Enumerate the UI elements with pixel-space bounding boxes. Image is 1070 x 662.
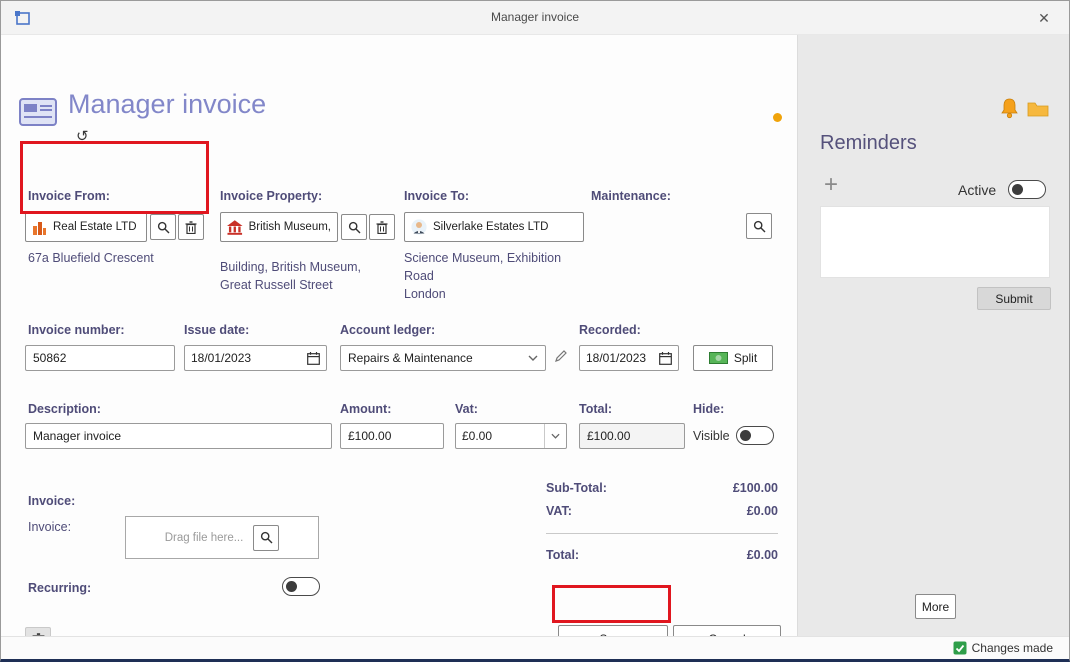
dropzone-placeholder: Drag file here... <box>164 531 244 544</box>
issue-date-input[interactable]: 18/01/2023 <box>184 345 327 371</box>
total-input[interactable] <box>579 423 685 449</box>
total-label: Total: <box>579 402 613 416</box>
page-title: Manager invoice <box>68 89 267 119</box>
search-icon <box>348 221 360 233</box>
invoice-to-address: Science Museum, Exhibition Road London <box>404 251 562 301</box>
invoice-property-address: Building, British Museum, Great Russell … <box>220 260 362 292</box>
titlebar: Manager invoice ✕ <box>1 1 1069 35</box>
invoice-from-box[interactable]: Real Estate LTD <box>25 212 147 242</box>
window-title: Manager invoice <box>490 10 580 24</box>
folder-icon[interactable] <box>1027 101 1049 118</box>
active-label: Active <box>958 182 997 198</box>
maintenance-search-button[interactable] <box>746 213 772 239</box>
vat-input[interactable]: £0.00 <box>455 423 567 449</box>
invoice-from-label: Invoice From: <box>28 189 110 203</box>
amount-input[interactable] <box>340 423 444 449</box>
invoice-section-label: Invoice: <box>28 494 76 508</box>
invoice-number-input[interactable] <box>25 345 175 371</box>
trash-icon <box>376 220 388 234</box>
calendar-icon[interactable] <box>659 351 672 365</box>
invoice-header-icon <box>18 95 58 130</box>
money-icon <box>708 352 728 364</box>
subtotal-value: £100.00 <box>732 481 778 495</box>
trash-icon <box>185 220 197 234</box>
manager-invoice-window: Manager invoice ✕ Manager invoice ↺ Invo… <box>0 0 1070 662</box>
invoice-to-value: Silverlake Estates LTD <box>433 221 549 233</box>
search-icon <box>260 531 273 544</box>
account-ledger-select[interactable]: Repairs & Maintenance <box>340 345 546 371</box>
hide-state-label: Visible <box>693 429 730 443</box>
invoice-property-value: British Museum, <box>248 221 331 233</box>
invoice-from-search-button[interactable] <box>150 214 176 240</box>
account-ledger-edit-icon[interactable] <box>554 349 568 363</box>
status-dot <box>773 113 782 122</box>
recurring-label: Recurring: <box>28 581 92 595</box>
chevron-down-icon <box>528 355 538 361</box>
invoice-number-label: Invoice number: <box>28 323 125 337</box>
calendar-icon[interactable] <box>307 351 320 365</box>
main-area: Manager invoice ↺ Invoice From: Invoice … <box>1 35 797 653</box>
chevron-down-icon <box>551 433 560 439</box>
search-icon <box>157 221 169 233</box>
person-icon <box>411 219 427 235</box>
issue-date-label: Issue date: <box>184 323 250 337</box>
changes-saved-icon <box>953 641 967 655</box>
invoice-property-label: Invoice Property: <box>220 189 323 203</box>
close-icon[interactable]: ✕ <box>1031 7 1057 29</box>
invoice-property-box[interactable]: British Museum, <box>220 212 338 242</box>
reminders-panel: Reminders + Active Submit More <box>797 35 1069 636</box>
bell-icon[interactable] <box>1000 98 1019 119</box>
invoice-from-delete-button[interactable] <box>178 214 204 240</box>
vat-label: Vat: <box>455 402 478 416</box>
recorded-date-input[interactable]: 18/01/2023 <box>579 345 679 371</box>
vat-dropdown-button[interactable] <box>544 424 566 448</box>
subtotal-label: Sub-Total: <box>546 481 607 495</box>
grand-total-label: Total: <box>546 548 580 562</box>
recurring-toggle[interactable] <box>282 577 320 596</box>
recorded-label: Recorded: <box>579 323 641 337</box>
invoice-to-label: Invoice To: <box>404 189 470 203</box>
history-icon[interactable]: ↺ <box>76 127 89 145</box>
active-toggle[interactable] <box>1008 180 1046 199</box>
maintenance-label: Maintenance: <box>591 189 671 203</box>
description-label: Description: <box>28 402 101 416</box>
museum-icon <box>227 219 243 235</box>
vat-total-label: VAT: <box>546 504 572 518</box>
account-ledger-label: Account ledger: <box>340 323 436 337</box>
hide-toggle[interactable] <box>736 426 774 445</box>
vat-total-value: £0.00 <box>746 504 778 518</box>
grand-total-value: £0.00 <box>746 548 778 562</box>
invoice-property-search-button[interactable] <box>341 214 367 240</box>
submit-button[interactable]: Submit <box>977 287 1051 310</box>
search-icon <box>753 220 765 232</box>
split-button[interactable]: Split <box>693 345 773 371</box>
description-input[interactable] <box>25 423 332 449</box>
changes-made-status: Changes made <box>953 641 1053 655</box>
add-reminder-icon[interactable]: + <box>824 173 838 197</box>
invoice-file-dropzone[interactable]: Drag file here... <box>125 516 319 559</box>
invoice-file-label: Invoice: <box>28 520 72 534</box>
totals-divider <box>546 533 778 534</box>
reminders-title: Reminders <box>820 132 917 154</box>
invoice-property-delete-button[interactable] <box>369 214 395 240</box>
reminder-textarea[interactable] <box>820 206 1050 278</box>
invoice-from-value: Real Estate LTD <box>53 221 137 233</box>
invoice-to-box[interactable]: Silverlake Estates LTD <box>404 212 584 242</box>
more-button[interactable]: More <box>915 594 956 619</box>
invoice-file-search-button[interactable] <box>253 524 280 551</box>
amount-label: Amount: <box>340 402 392 416</box>
invoice-from-address: 67a Bluefield Crescent <box>28 251 154 265</box>
building-icon <box>33 221 46 235</box>
statusbar: Changes made <box>1 636 1069 659</box>
hide-label: Hide: <box>693 402 725 416</box>
pencil-icon <box>555 350 567 362</box>
